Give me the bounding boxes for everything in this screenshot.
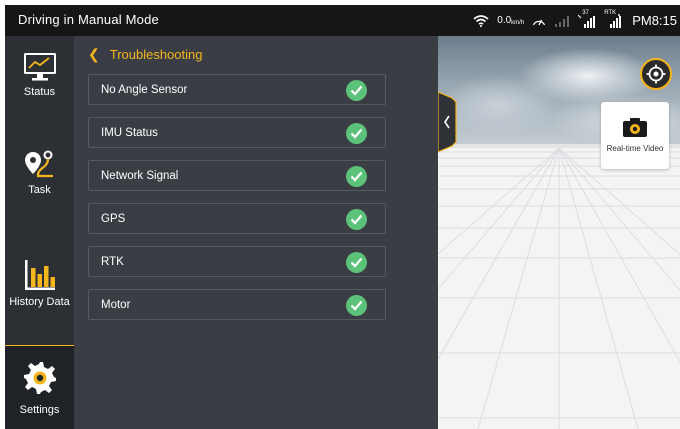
back-button[interactable]: ❮ Troubleshooting [88, 46, 202, 63]
check-label: Network Signal [101, 169, 179, 182]
check-ok-icon [346, 252, 367, 273]
satellite-signal-icon [577, 14, 596, 28]
rtk-signal-icon [610, 13, 622, 28]
check-label: RTK [101, 255, 124, 268]
video-label: Real-time Video [606, 144, 664, 153]
check-item-network-signal: Network Signal [88, 160, 386, 191]
check-ok-icon [346, 166, 367, 187]
locate-icon [646, 64, 666, 84]
drive-mode-title: Driving in Manual Mode [18, 12, 159, 27]
sidebar: Status Task History Data Settings [5, 36, 74, 429]
check-item-gps: GPS [88, 203, 386, 234]
monitor-chart-icon [23, 53, 56, 81]
speed-value: 0.0 [497, 15, 512, 26]
check-label: IMU Status [101, 126, 158, 139]
sidebar-item-history-data[interactable]: History Data [5, 258, 74, 308]
signal-weak-icon [555, 15, 570, 27]
check-label: No Angle Sensor [101, 83, 188, 96]
check-item-imu-status: IMU Status [88, 117, 386, 148]
satellite-count: 37 [582, 9, 589, 16]
status-indicators: 0.0 km/h 37 RTK PM8:15 [473, 5, 677, 36]
speed-unit: km/h [511, 20, 525, 26]
satellite-signal: 37 [577, 10, 596, 28]
sidebar-item-label: History Data [9, 296, 70, 308]
check-item-angle-sensor: No Angle Sensor [88, 74, 386, 105]
check-item-motor: Motor [88, 289, 386, 320]
page-title: Troubleshooting [109, 47, 203, 62]
status-bar: Driving in Manual Mode 0.0 km/h 37 RTK P… [5, 5, 680, 36]
sidebar-item-label: Status [23, 86, 56, 98]
check-ok-icon [346, 295, 367, 316]
ground-grid [438, 148, 680, 429]
check-ok-icon [346, 209, 367, 230]
speedometer-icon [533, 19, 546, 26]
gear-icon [23, 362, 56, 394]
rtk-signal: RTK [604, 10, 622, 28]
check-item-rtk: RTK [88, 246, 386, 277]
sidebar-item-settings[interactable]: Settings [5, 345, 74, 429]
rtk-label: RTK [604, 9, 617, 16]
bar-chart-icon [24, 260, 55, 290]
check-label: GPS [101, 212, 126, 225]
camera-icon [623, 118, 647, 137]
sidebar-item-label: Task [28, 184, 51, 196]
sidebar-item-label: Settings [19, 404, 60, 416]
scene-view[interactable]: Real-time Video [438, 36, 680, 429]
collapse-panel-tab[interactable] [438, 92, 458, 152]
real-time-video-button[interactable]: Real-time Video [601, 102, 669, 169]
clock: PM8:15 [632, 13, 677, 28]
back-chevron-icon: ❮ [88, 46, 100, 62]
wifi-icon [473, 15, 489, 27]
check-ok-icon [346, 80, 367, 101]
locate-button[interactable] [640, 58, 672, 90]
check-ok-icon [346, 123, 367, 144]
check-label: Motor [101, 298, 131, 311]
troubleshooting-panel: ❮ Troubleshooting No Angle Sensor IMU St… [74, 36, 438, 429]
route-pin-icon [24, 150, 53, 178]
sidebar-item-status[interactable]: Status [5, 52, 74, 98]
sidebar-item-task[interactable]: Task [5, 148, 74, 196]
speed-readout: 0.0 km/h [497, 15, 524, 26]
